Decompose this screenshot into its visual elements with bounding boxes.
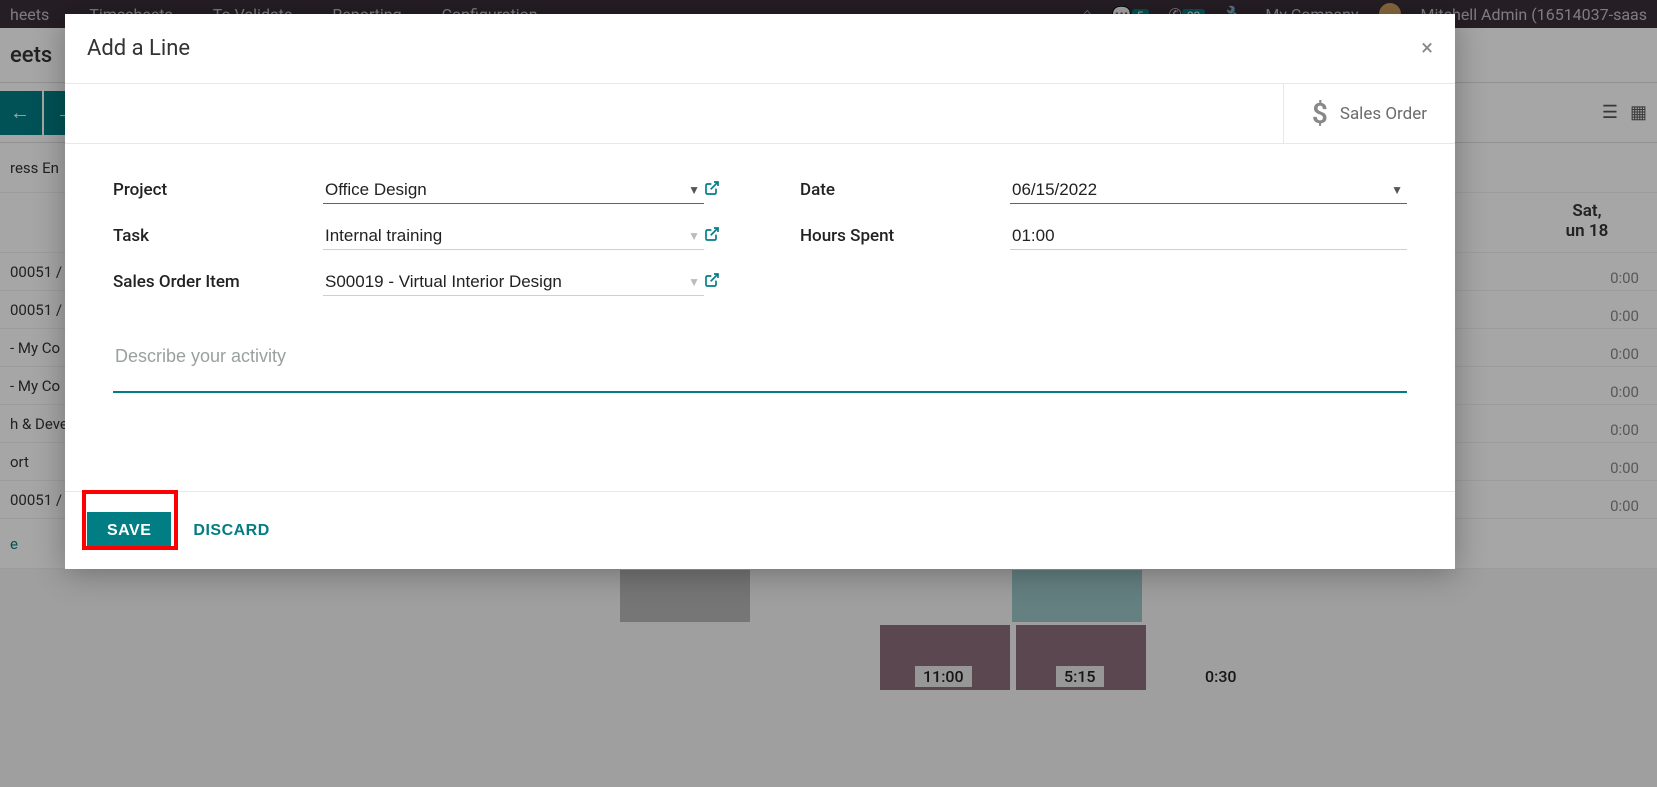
- project-input[interactable]: [323, 177, 704, 204]
- external-link-icon[interactable]: [704, 272, 720, 293]
- task-input[interactable]: [323, 223, 704, 250]
- external-link-icon[interactable]: [704, 180, 720, 201]
- hours-spent-label: Hours Spent: [800, 226, 1010, 246]
- sales-order-item-input[interactable]: [323, 269, 704, 296]
- modal-action-bar: $ Sales Order: [65, 84, 1455, 144]
- add-line-modal: Add a Line × $ Sales Order Project ▼: [65, 14, 1455, 569]
- discard-button[interactable]: DISCARD: [193, 522, 269, 540]
- sales-order-button[interactable]: $ Sales Order: [1283, 84, 1455, 143]
- sales-order-label: Sales Order: [1340, 104, 1427, 124]
- description-input[interactable]: [113, 340, 1407, 393]
- hours-spent-input[interactable]: [1010, 223, 1407, 250]
- modal-footer: SAVE DISCARD: [65, 491, 1455, 569]
- sales-order-item-label: Sales Order Item: [113, 272, 323, 292]
- modal-header: Add a Line ×: [65, 14, 1455, 84]
- project-label: Project: [113, 180, 323, 200]
- date-label: Date: [800, 180, 1010, 200]
- modal-title: Add a Line: [87, 36, 190, 61]
- date-input[interactable]: [1010, 177, 1407, 204]
- close-icon[interactable]: ×: [1421, 36, 1433, 61]
- external-link-icon[interactable]: [704, 226, 720, 247]
- save-button[interactable]: SAVE: [87, 512, 171, 550]
- task-label: Task: [113, 226, 323, 246]
- dollar-icon: $: [1312, 97, 1328, 130]
